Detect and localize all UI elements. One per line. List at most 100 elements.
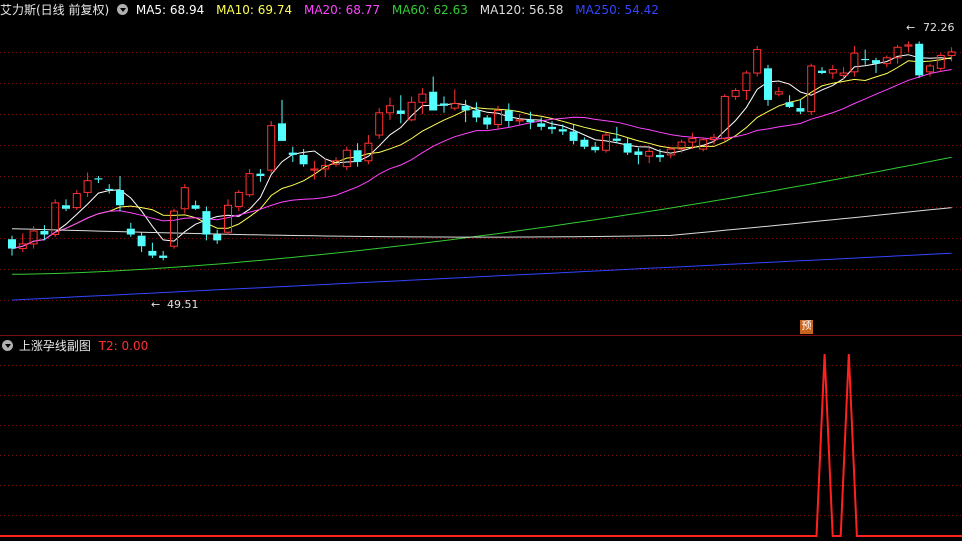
candle xyxy=(364,135,373,165)
high-arrow-icon: ← xyxy=(906,21,915,34)
candle xyxy=(861,49,870,65)
dropdown-circle-icon[interactable] xyxy=(117,4,129,15)
candle-body xyxy=(299,154,308,165)
ma5-legend: MA5: 68.94 xyxy=(135,3,205,17)
candle xyxy=(904,41,913,52)
candle xyxy=(288,146,297,162)
ma250-line xyxy=(11,252,952,301)
candle-body xyxy=(148,250,157,256)
candle-body xyxy=(764,68,772,100)
candle-body xyxy=(202,211,211,235)
candle xyxy=(148,242,157,258)
candle-body xyxy=(472,110,481,118)
candle xyxy=(872,57,880,74)
candle-body xyxy=(8,239,16,249)
forecast-badge[interactable]: 预 xyxy=(800,320,813,334)
candle xyxy=(8,235,16,256)
candle-body xyxy=(440,103,448,106)
moving-average-lines xyxy=(11,54,952,301)
candle-body xyxy=(602,134,610,151)
candle xyxy=(656,149,664,162)
candle-body xyxy=(213,234,222,241)
candle xyxy=(278,99,286,141)
candle xyxy=(602,132,610,153)
candle-body xyxy=(94,178,103,180)
candlesticks[interactable] xyxy=(8,41,956,261)
candle-body xyxy=(72,193,81,209)
candle-body xyxy=(807,65,816,113)
t2-series xyxy=(0,353,962,537)
candle-body xyxy=(796,108,805,112)
candle-body xyxy=(494,109,502,126)
candle xyxy=(807,63,816,116)
candle-body xyxy=(666,148,675,156)
candle-body xyxy=(504,110,513,121)
ma120-line xyxy=(11,207,952,238)
candle-body xyxy=(731,90,740,97)
candle xyxy=(116,176,124,212)
candle xyxy=(623,137,632,155)
candle-body xyxy=(818,70,826,74)
candle xyxy=(321,158,330,178)
candle-body xyxy=(159,255,168,258)
candle xyxy=(202,206,211,241)
candle xyxy=(159,250,168,261)
candle-body xyxy=(774,91,783,95)
candle-body xyxy=(256,173,265,176)
stock-chart[interactable]: 72.26 ← 49.51 ← xyxy=(0,0,962,541)
candle-body xyxy=(288,152,297,155)
candle xyxy=(267,120,276,174)
candle-body xyxy=(688,138,697,143)
candle-body xyxy=(483,117,492,125)
candle xyxy=(634,147,643,165)
candle-body xyxy=(116,190,124,206)
candle-body xyxy=(234,191,243,207)
candle xyxy=(94,176,103,184)
ma60-legend: MA60: 62.63 xyxy=(391,3,468,17)
candle xyxy=(353,143,362,167)
indicator-title: 上涨孕线副图 xyxy=(18,339,91,353)
ma250-legend: MA250: 54.42 xyxy=(575,3,659,17)
candle xyxy=(828,64,837,79)
candle-body xyxy=(418,93,427,103)
ma120-legend: MA120: 56.58 xyxy=(479,3,564,17)
candle-body xyxy=(62,205,70,209)
candle xyxy=(440,96,448,113)
candle-body xyxy=(548,126,556,130)
candle xyxy=(72,190,81,210)
candle xyxy=(418,88,427,114)
candle-body xyxy=(634,151,643,155)
candle xyxy=(105,184,114,194)
candle xyxy=(537,117,546,131)
candle xyxy=(796,99,805,114)
candle xyxy=(893,44,902,64)
candle xyxy=(515,113,524,126)
candle xyxy=(818,67,826,75)
candle xyxy=(850,46,859,77)
candle xyxy=(774,87,783,97)
candle-body xyxy=(558,129,567,132)
candle xyxy=(170,208,178,249)
candle xyxy=(558,124,567,136)
candle-body xyxy=(872,60,880,64)
candle-body xyxy=(105,188,114,191)
candle xyxy=(839,67,848,79)
low-arrow-icon: ← xyxy=(151,298,160,311)
candle-body xyxy=(612,138,621,141)
candle xyxy=(180,184,189,214)
candle-body xyxy=(569,131,578,141)
candle xyxy=(256,168,265,182)
candle xyxy=(62,199,70,212)
candle-body xyxy=(83,180,92,193)
candle-body xyxy=(537,123,546,127)
candle xyxy=(375,108,384,139)
sub-panel-header: 上涨孕线副图 T2: 0.00 xyxy=(0,337,156,355)
candle xyxy=(591,142,600,153)
ma20-legend: MA20: 68.77 xyxy=(303,3,381,17)
candle-body xyxy=(278,123,286,141)
candle xyxy=(936,53,945,72)
sub-dropdown-circle-icon[interactable] xyxy=(2,340,13,351)
candle-body xyxy=(191,205,200,209)
main-panel-header: 艾力斯(日线 前复权) MA5: 68.94 MA10: 69.74 MA20:… xyxy=(0,1,667,19)
candle xyxy=(483,115,492,130)
